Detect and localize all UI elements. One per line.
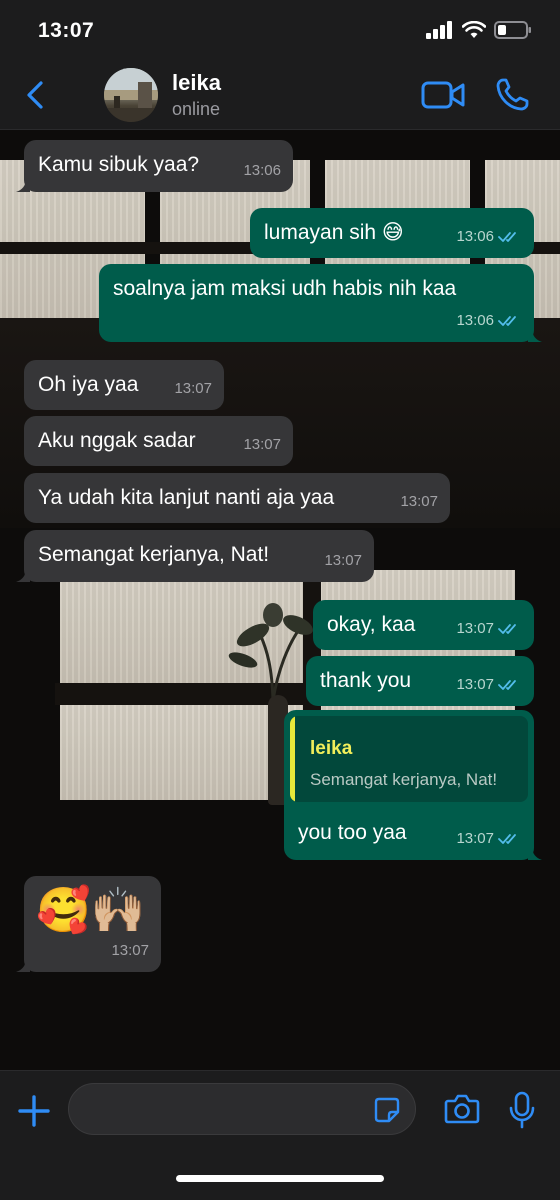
double-check-read-icon xyxy=(498,316,516,326)
message-outgoing[interactable]: okay, kaa 13:07 xyxy=(313,600,534,650)
status-bar: 13:07 xyxy=(0,0,560,60)
message-input[interactable] xyxy=(68,1083,416,1135)
composer-bar xyxy=(0,1070,560,1200)
message-outgoing[interactable]: soalnya jam maksi udh habis nih kaa 13:0… xyxy=(99,264,542,342)
cellular-signal-icon xyxy=(426,21,452,39)
message-incoming[interactable]: Oh iya yaa 13:07 xyxy=(24,360,224,410)
phone-icon xyxy=(496,78,529,111)
message-text: Oh iya yaa xyxy=(38,373,139,396)
plus-icon xyxy=(18,1095,50,1127)
quoted-sender: leika xyxy=(310,738,353,759)
camera-icon xyxy=(444,1094,480,1124)
message-time: 13:07 xyxy=(174,380,212,397)
emoji-content: 🥰🙌🏼 xyxy=(36,886,146,935)
wifi-icon xyxy=(462,21,486,38)
message-text: Ya udah kita lanjut nanti aja yaa xyxy=(38,486,335,509)
battery-icon xyxy=(494,21,531,39)
quoted-text: Semangat kerjanya, Nat! xyxy=(310,770,498,789)
message-text: Aku nggak sadar xyxy=(38,429,196,452)
message-text: you too yaa xyxy=(298,821,407,844)
message-text: soalnya jam maksi udh habis nih kaa xyxy=(113,277,457,300)
message-time: 13:07 xyxy=(456,830,494,847)
message-time: 13:06 xyxy=(243,162,281,179)
message-time: 13:06 xyxy=(456,312,494,329)
home-indicator[interactable] xyxy=(176,1175,384,1182)
contact-name[interactable]: leika xyxy=(172,70,221,96)
message-text: okay, kaa xyxy=(327,613,416,636)
message-text: thank you xyxy=(320,669,412,692)
message-text: Kamu sibuk yaa? xyxy=(38,153,200,176)
message-outgoing-reply[interactable]: leika Semangat kerjanya, Nat! you too ya… xyxy=(284,710,542,860)
message-incoming-emoji[interactable]: 🥰🙌🏼 13:07 xyxy=(16,876,161,972)
message-time: 13:06 xyxy=(456,228,494,245)
message-incoming[interactable]: Ya udah kita lanjut nanti aja yaa 13:07 xyxy=(24,473,450,523)
voice-record-button[interactable] xyxy=(508,1091,536,1129)
message-incoming[interactable]: Semangat kerjanya, Nat! 13:07 xyxy=(16,530,374,582)
camera-button[interactable] xyxy=(444,1093,480,1125)
message-text: lumayan sih 😅 xyxy=(264,221,404,244)
message-time: 13:07 xyxy=(456,676,494,693)
message-outgoing[interactable]: lumayan sih 😅 13:06 xyxy=(250,208,534,258)
microphone-icon xyxy=(509,1091,535,1129)
sticker-icon[interactable] xyxy=(373,1096,401,1124)
chevron-left-icon xyxy=(27,81,43,109)
double-check-read-icon xyxy=(498,680,516,690)
contact-avatar[interactable] xyxy=(104,68,158,122)
status-time: 13:07 xyxy=(38,19,95,42)
double-check-read-icon xyxy=(498,834,516,844)
message-time: 13:07 xyxy=(111,942,149,959)
message-time: 13:07 xyxy=(456,620,494,637)
video-call-button[interactable] xyxy=(420,76,466,114)
video-camera-icon xyxy=(421,81,465,109)
attach-button[interactable] xyxy=(14,1091,54,1131)
voice-call-button[interactable] xyxy=(492,76,532,114)
quote-accent-bar xyxy=(290,716,295,802)
contact-status: online xyxy=(172,99,221,119)
message-incoming[interactable]: Aku nggak sadar 13:07 xyxy=(24,416,293,466)
quoted-message[interactable]: leika Semangat kerjanya, Nat! xyxy=(290,716,528,802)
message-text: Semangat kerjanya, Nat! xyxy=(38,543,270,566)
message-outgoing[interactable]: thank you 13:07 xyxy=(306,656,534,706)
back-button[interactable] xyxy=(20,78,50,112)
message-time: 13:07 xyxy=(243,436,281,453)
message-incoming[interactable]: Kamu sibuk yaa? 13:06 xyxy=(16,140,293,192)
double-check-read-icon xyxy=(498,624,516,634)
message-time: 13:07 xyxy=(400,493,438,510)
chat-header: leika online xyxy=(0,60,560,130)
double-check-read-icon xyxy=(498,232,516,242)
message-time: 13:07 xyxy=(324,552,362,569)
